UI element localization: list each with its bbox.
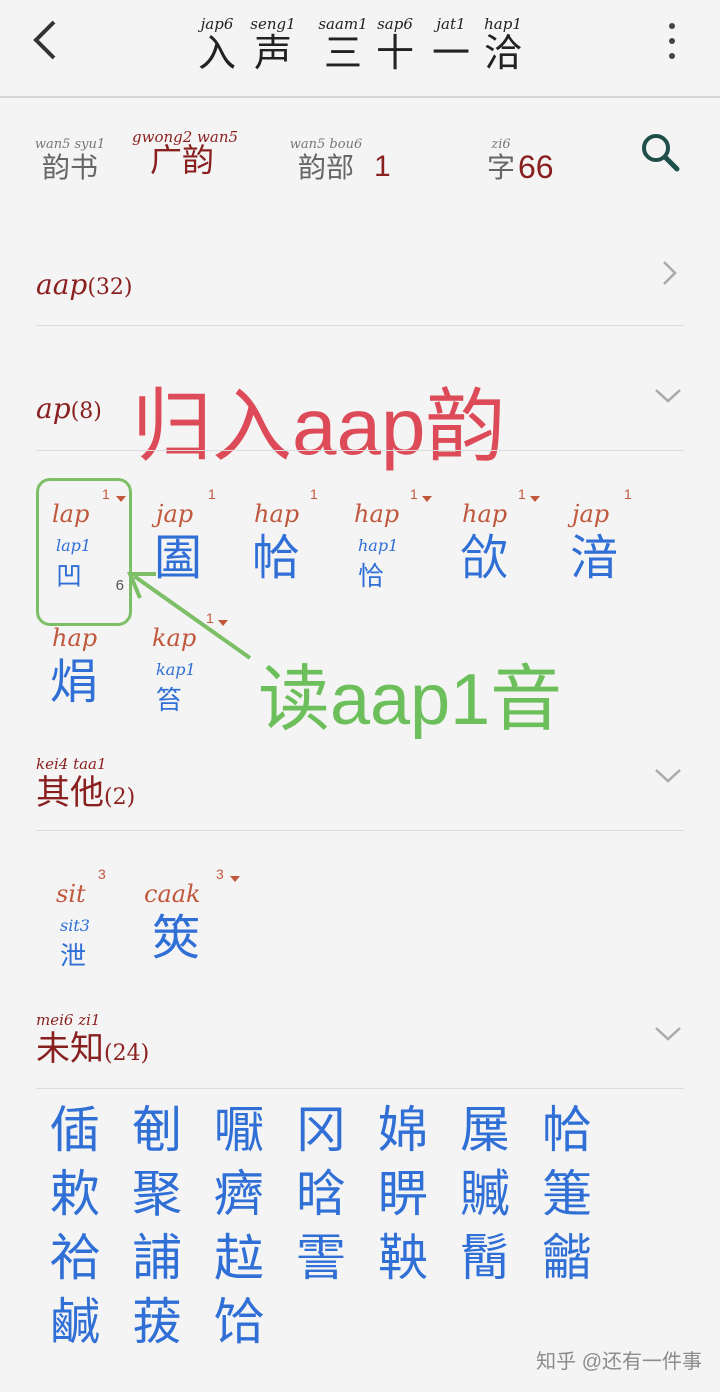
title-char-1: jap6 入 [197,15,236,75]
unknown-char[interactable]: 祫 [50,1230,100,1286]
unknown-char[interactable]: 箑 [542,1166,592,1222]
chevron-left-icon [33,20,56,60]
info-rhyme-part-value[interactable]: 1 [374,150,391,184]
info-char-count-value: 66 [518,149,554,185]
unknown-char[interactable]: 霅 [296,1230,346,1286]
arrow-icon [127,572,252,660]
app-header: jap6 入 seng1 声 saam1 三 sap6 十 jat1 一 hap1 洽 [0,0,720,98]
title-char-2: seng1 声 [250,15,296,75]
unknown-char[interactable]: 鹹 [50,1294,100,1350]
divider [36,325,684,326]
section-other-header[interactable]: kei4 taa1 其他(2) [36,756,135,814]
unknown-char[interactable]: 晗 [296,1166,346,1222]
unknown-char[interactable]: 偛 [50,1102,100,1158]
unknown-char[interactable]: 龤 [542,1230,592,1286]
title-char-3: saam1 三 [318,15,368,75]
unknown-char[interactable]: 冈 [296,1102,346,1158]
section-ap-header[interactable]: ap(8) [36,392,102,425]
unknown-char[interactable]: 屟 [460,1102,510,1158]
info-rhyme-book-value[interactable]: gwong2 wan5 广韵 [132,130,238,177]
divider [36,450,684,451]
unknown-char[interactable]: 饸 [214,1294,264,1350]
more-vertical-icon [652,23,692,59]
section-aap-header[interactable]: aap(32) [36,268,132,301]
tone-mark-icon [422,496,432,502]
char-cell[interactable]: hap 1 帢 [252,486,344,596]
unknown-char[interactable]: 贓 [460,1166,510,1222]
unknown-char[interactable]: 婂 [378,1102,428,1158]
unknown-char[interactable]: 鞅 [378,1230,428,1286]
chevron-down-icon[interactable] [654,1024,681,1050]
tone-mark-icon [230,876,240,882]
divider [36,830,684,831]
unknown-char[interactable]: 菝 [132,1294,182,1350]
watermark: 知乎 @还有一件事 [536,1351,702,1373]
unknown-char[interactable]: 誧 [132,1230,182,1286]
unknown-char[interactable]: 癠 [214,1166,264,1222]
unknown-char[interactable]: 鬝 [460,1230,510,1286]
section-unknown-header[interactable]: mei6 zi1 未知(24) [36,1012,149,1070]
unknown-char[interactable]: 睤 [378,1166,428,1222]
search-button[interactable] [640,132,680,172]
title-char-4: sap6 十 [375,15,414,75]
info-rhyme-book-label: wan5 syu1 韵书 [34,137,106,184]
unknown-char[interactable]: 帢 [542,1102,592,1158]
info-char-count-label: zi6 字 [486,137,515,184]
annotation-red: 归入aap韵 [132,382,506,471]
unknown-char[interactable]: 趇 [214,1230,264,1286]
unknown-char[interactable]: 嚈 [214,1102,264,1158]
char-cell[interactable]: hap 1 hap1 恰 [354,486,444,596]
info-rhyme-part-label: wan5 bou6 韵部 [289,137,363,184]
back-button[interactable] [30,18,74,68]
char-cell[interactable]: caak 3 筴 [144,866,240,976]
chevron-right-icon[interactable] [656,260,682,286]
char-cell[interactable]: sit 3 sit3 泄 [56,866,146,976]
highlight-box [36,478,132,626]
chevron-down-icon[interactable] [654,386,681,412]
title-char-5: jat1 一 [431,15,470,75]
unknown-char[interactable]: 剦 [132,1102,182,1158]
more-menu-button[interactable] [652,18,692,68]
title-char-6: hap1 洽 [483,15,522,75]
unknown-char[interactable]: 欶 [50,1166,100,1222]
tone-mark-icon [530,496,540,502]
annotation-green: 读aap1音 [258,660,563,740]
chevron-down-icon[interactable] [654,766,681,792]
char-cell[interactable]: hap 1 欱 [460,486,552,596]
divider [36,1088,684,1089]
unknown-char[interactable]: 聚 [132,1166,182,1222]
char-cell[interactable]: jap 1 湆 [570,486,662,596]
search-icon [642,134,680,172]
